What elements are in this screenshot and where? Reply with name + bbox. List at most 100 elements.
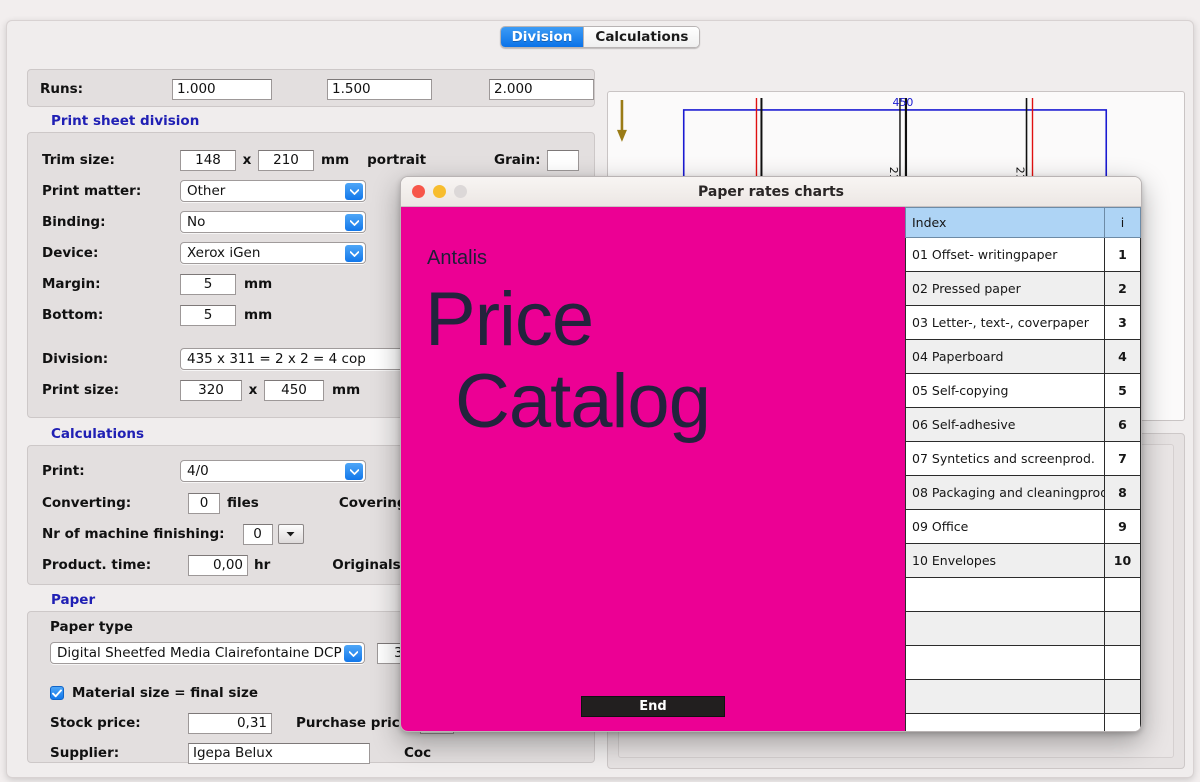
supplier-input[interactable]: Igepa Belux: [188, 742, 370, 764]
print-size-width-input[interactable]: 320: [180, 379, 242, 401]
cell-index: 02 Pressed paper: [905, 271, 1105, 306]
dialog-title-bar[interactable]: Paper rates charts: [401, 177, 1141, 207]
cell-i: 5: [1104, 373, 1141, 408]
margin-input[interactable]: 5: [180, 273, 236, 295]
trim-size-width-input[interactable]: 148: [180, 149, 236, 171]
cell-index: [905, 611, 1105, 646]
runs-input-1[interactable]: 1.000: [172, 78, 272, 100]
binding-select[interactable]: No: [180, 211, 366, 233]
cell-index: [905, 577, 1105, 612]
cell-i: [1104, 713, 1141, 731]
chevron-down-icon: [345, 183, 363, 200]
column-header-i[interactable]: i: [1104, 207, 1141, 238]
machine-finishing-input[interactable]: 0: [242, 523, 273, 545]
print-size-label: Print size:: [42, 382, 120, 398]
table-row[interactable]: 06 Self-adhesive 6: [905, 407, 1141, 442]
print-size-height-input[interactable]: 450: [264, 379, 324, 401]
cell-index: 04 Paperboard: [905, 339, 1105, 374]
binding-value: No: [187, 214, 206, 230]
converting-unit: files: [227, 495, 259, 511]
table-row[interactable]: [905, 713, 1141, 731]
cover-title-line1: Price: [425, 277, 594, 362]
table-row[interactable]: [905, 645, 1141, 680]
paper-index-table-container[interactable]: Index i 01 Offset- writingpaper 1 02 Press…: [905, 207, 1141, 731]
margin-label: Margin:: [42, 276, 101, 292]
material-size-checkbox-label: Material size = final size: [72, 685, 258, 701]
table-row[interactable]: 02 Pressed paper 2: [905, 271, 1141, 306]
binding-label: Binding:: [42, 214, 106, 230]
paper-type-select[interactable]: Digital Sheetfed Media Clairefontaine DC…: [50, 642, 365, 664]
cell-index: 03 Letter-, text-, coverpaper: [905, 305, 1105, 340]
screen: Division Calculations Runs: 1.000 1.500 …: [0, 0, 1200, 782]
bottom-input[interactable]: 5: [180, 304, 236, 326]
cell-index: [905, 679, 1105, 714]
device-select[interactable]: Xerox iGen: [180, 242, 366, 264]
tab-division[interactable]: Division: [500, 27, 584, 47]
print-label: Print:: [42, 463, 85, 479]
table-row[interactable]: [905, 679, 1141, 714]
bottom-unit: mm: [244, 307, 273, 323]
runs-input-3[interactable]: 2.000: [489, 78, 594, 100]
tab-calculations[interactable]: Calculations: [583, 27, 700, 47]
print-size-separator: x: [248, 382, 258, 398]
product-time-label: Product. time:: [42, 557, 152, 573]
table-row[interactable]: 03 Letter-, text-, coverpaper 3: [905, 305, 1141, 340]
cell-i: 1: [1104, 237, 1141, 272]
cell-index: 05 Self-copying: [905, 373, 1105, 408]
paper-index-table: Index i 01 Offset- writingpaper 1 02 Press…: [905, 207, 1141, 731]
print-matter-value: Other: [187, 183, 226, 199]
division-select[interactable]: 435 x 311 = 2 x 2 = 4 cop: [180, 348, 432, 370]
print-value: 4/0: [187, 463, 209, 479]
machine-finishing-label: Nr of machine finishing:: [42, 526, 225, 542]
runs-input-2[interactable]: 1.500: [327, 78, 432, 100]
dialog-body: Antalis Price Catalog End Index i 01 Off…: [401, 207, 1141, 731]
brand-name: Antalis: [427, 247, 488, 269]
check-icon: [52, 688, 62, 697]
end-button[interactable]: End: [581, 696, 725, 717]
table-row[interactable]: 07 Syntetics and screenprod. 7: [905, 441, 1141, 476]
table-row[interactable]: 05 Self-copying 5: [905, 373, 1141, 408]
paper-title: Paper: [51, 592, 96, 608]
cell-index: [905, 645, 1105, 680]
column-header-index[interactable]: Index: [905, 207, 1105, 238]
device-value: Xerox iGen: [187, 245, 261, 261]
cell-index: 09 Office: [905, 509, 1105, 544]
cell-index: 07 Syntetics and screenprod.: [905, 441, 1105, 476]
trim-size-label: Trim size:: [42, 152, 115, 168]
trim-size-height-input[interactable]: 210: [258, 149, 314, 171]
trim-size-unit: mm: [321, 152, 350, 168]
division-value: 435 x 311 = 2 x 2 = 4 cop: [187, 351, 366, 367]
chevron-down-icon: [345, 245, 363, 262]
chevron-down-icon: [345, 463, 363, 480]
cell-i: 4: [1104, 339, 1141, 374]
print-sheet-division-title: Print sheet division: [51, 113, 200, 129]
stock-price-input[interactable]: 0,31: [188, 712, 272, 734]
table-row[interactable]: [905, 611, 1141, 646]
cell-i: [1104, 611, 1141, 646]
table-row[interactable]: 10 Envelopes 10: [905, 543, 1141, 578]
runs-group: Runs: 1.000 1.500 2.000: [27, 69, 595, 107]
cell-index: [905, 713, 1105, 731]
grain-label: Grain:: [494, 152, 541, 168]
converting-input[interactable]: 0: [188, 492, 220, 514]
paper-rates-charts-dialog: Paper rates charts Antalis Price Catalog…: [400, 176, 1142, 732]
trim-size-separator: x: [242, 152, 252, 168]
division-label: Division:: [42, 351, 109, 367]
product-time-input[interactable]: 0,00: [188, 554, 248, 576]
material-size-checkbox[interactable]: [50, 686, 64, 700]
chevron-down-icon: [344, 645, 362, 662]
cell-index: 01 Offset- writingpaper: [905, 237, 1105, 272]
print-select[interactable]: 4/0: [180, 460, 366, 482]
machine-finishing-dropdown-button[interactable]: [277, 524, 304, 544]
table-row[interactable]: 09 Office 9: [905, 509, 1141, 544]
print-matter-select[interactable]: Other: [180, 180, 366, 202]
paper-type-value: Digital Sheetfed Media Clairefontaine DC…: [57, 645, 360, 661]
supplier-label: Supplier:: [50, 745, 120, 761]
grain-input[interactable]: [546, 149, 579, 171]
cell-index: 10 Envelopes: [905, 543, 1105, 578]
table-row[interactable]: 04 Paperboard 4: [905, 339, 1141, 374]
table-row[interactable]: 08 Packaging and cleaningprod. 8: [905, 475, 1141, 510]
table-row[interactable]: 01 Offset- writingpaper 1: [905, 237, 1141, 272]
table-row[interactable]: [905, 577, 1141, 612]
margin-unit: mm: [244, 276, 273, 292]
